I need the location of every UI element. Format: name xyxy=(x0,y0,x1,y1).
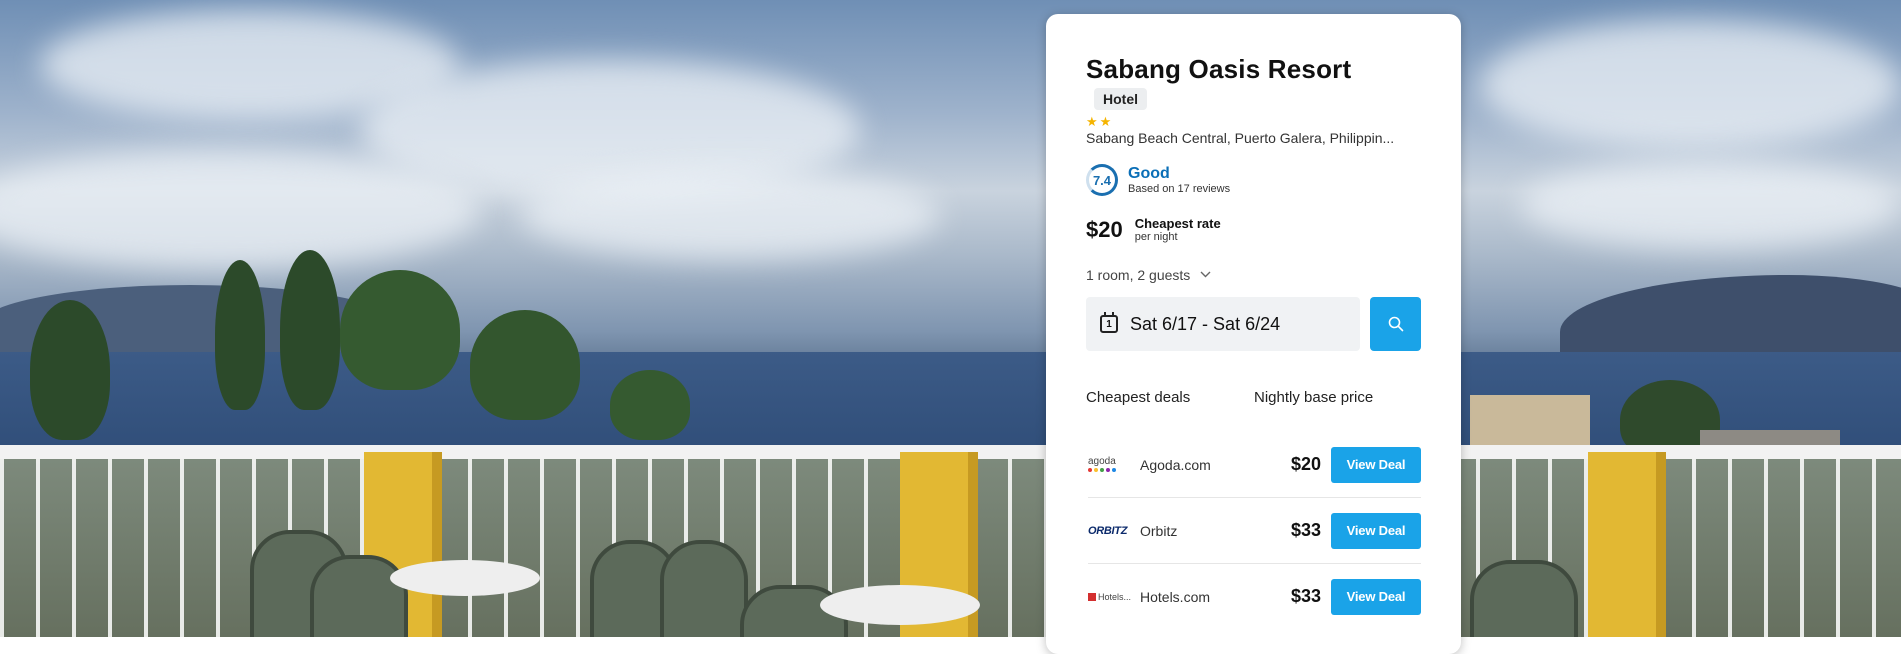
search-icon xyxy=(1388,316,1404,332)
date-range-text: Sat 6/17 - Sat 6/24 xyxy=(1130,313,1281,334)
per-night-label: per night xyxy=(1134,231,1178,243)
hotel-address: Sabang Beach Central, Puerto Galera, Phi… xyxy=(1086,130,1395,146)
deal-price: $20 xyxy=(1290,454,1321,474)
hotel-type-badge: Hotel xyxy=(1094,88,1147,110)
deals-column-provider: Cheapest deals xyxy=(1086,389,1191,406)
deal-provider: Hotels.com xyxy=(1140,588,1211,605)
review-score[interactable]: 7.4 Good Based on 17 reviews xyxy=(1086,164,1421,196)
hotels-logo: Hotels... xyxy=(1088,592,1134,602)
chevron-down-icon xyxy=(1200,269,1211,281)
deal-price: $33 xyxy=(1290,586,1321,606)
calendar-icon: 1 xyxy=(1100,312,1118,333)
orbitz-logo: ORBITZ xyxy=(1088,524,1128,537)
guests-selector[interactable]: 1 room, 2 guests xyxy=(1086,267,1421,283)
deal-provider: Agoda.com xyxy=(1140,456,1211,473)
hotel-card: Sabang Oasis Resort Hotel ★★ Sabang Beac… xyxy=(1046,14,1461,654)
view-deal-button[interactable]: View Deal xyxy=(1331,512,1421,549)
deals-header: Cheapest deals Nightly base price xyxy=(1086,389,1421,406)
review-count: Based on 17 reviews xyxy=(1128,183,1231,195)
cheapest-rate-label: Cheapest rate xyxy=(1134,216,1221,231)
deal-row-orbitz[interactable]: ORBITZ Orbitz $33 View Deal xyxy=(1088,497,1421,563)
deal-price: $33 xyxy=(1290,520,1321,540)
view-deal-button[interactable]: View Deal xyxy=(1331,446,1421,483)
view-deal-button[interactable]: View Deal xyxy=(1331,578,1421,615)
hotel-photo-background xyxy=(0,0,1901,637)
cheapest-price: $20 xyxy=(1086,216,1123,242)
date-search-row: 1 Sat 6/17 - Sat 6/24 xyxy=(1086,297,1421,351)
date-range-picker[interactable]: 1 Sat 6/17 - Sat 6/24 xyxy=(1086,297,1361,351)
deal-row-hotels[interactable]: Hotels... Hotels.com $33 View Deal xyxy=(1088,563,1421,629)
score-badge: 7.4 xyxy=(1086,164,1118,196)
deals-column-price: Nightly base price xyxy=(1254,389,1374,406)
deals-list: agoda Agoda.com $20 View Deal ORBITZ Orb… xyxy=(1088,432,1421,629)
deal-row-agoda[interactable]: agoda Agoda.com $20 View Deal xyxy=(1088,432,1421,497)
hotel-name: Sabang Oasis Resort xyxy=(1086,54,1352,84)
score-label: Good xyxy=(1128,165,1170,182)
guests-label: 1 room, 2 guests xyxy=(1086,267,1191,283)
star-rating-icon: ★★ xyxy=(1086,114,1114,129)
agoda-logo: agoda xyxy=(1088,457,1134,472)
cheapest-rate: $20 Cheapest rate per night xyxy=(1086,216,1421,243)
deal-provider: Orbitz xyxy=(1140,522,1178,539)
search-button[interactable] xyxy=(1370,297,1421,351)
